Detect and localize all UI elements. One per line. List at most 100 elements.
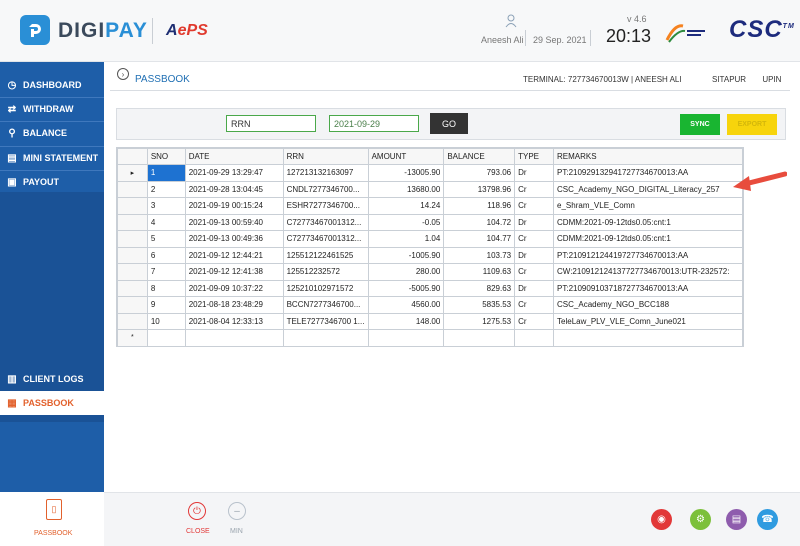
table-row[interactable]: ▸ 1 2021-09-29 13:29:47 127213132163097 -130… bbox=[117, 164, 743, 182]
cell-remarks[interactable]: CSC_Academy_NGO_DIGITAL_Literacy_257 bbox=[553, 180, 743, 198]
cell-amount[interactable]: 4560.00 bbox=[367, 296, 445, 314]
cell-amount[interactable]: 1.04 bbox=[367, 230, 445, 248]
column-header-rrn[interactable]: RRN bbox=[282, 148, 369, 165]
cell-balance[interactable]: 1275.53 bbox=[443, 312, 516, 330]
cell-sno[interactable]: 7 bbox=[146, 263, 186, 281]
table-row[interactable]: 3 2021-09-19 00:15:24 ESHR7277346700... 14.… bbox=[117, 197, 743, 215]
row-header[interactable] bbox=[117, 279, 148, 297]
cell-type[interactable]: Cr bbox=[514, 263, 555, 281]
cell-rrn[interactable]: C72773467001312... bbox=[282, 213, 369, 231]
cell-balance[interactable]: 5835.53 bbox=[443, 296, 516, 314]
cell-date[interactable]: 2021-09-12 12:44:21 bbox=[184, 246, 284, 264]
table-new-row[interactable]: * bbox=[117, 329, 743, 347]
cell-type[interactable]: Cr bbox=[514, 180, 555, 198]
settings-icon[interactable]: ⚙ bbox=[690, 509, 711, 530]
cell-empty[interactable] bbox=[553, 329, 743, 347]
column-header-balance[interactable]: BALANCE bbox=[443, 148, 516, 165]
cell-amount[interactable]: -13005.90 bbox=[367, 164, 445, 182]
cell-sno[interactable]: 9 bbox=[146, 296, 186, 314]
cell-remarks[interactable]: PT:210929132941727734670013:AA bbox=[553, 164, 743, 182]
sidebar-item-mini-statement[interactable]: ▤ MINI STATEMENT bbox=[0, 146, 104, 170]
row-header[interactable] bbox=[117, 197, 148, 215]
cell-remarks[interactable]: CW:210912124137727734670013:UTR-232572: bbox=[553, 263, 743, 281]
cell-balance[interactable]: 104.77 bbox=[443, 230, 516, 248]
cell-empty[interactable] bbox=[184, 329, 284, 347]
eye-icon[interactable]: ◉ bbox=[651, 509, 672, 530]
cell-remarks[interactable]: CDMM:2021-09-12tds0.05:cnt:1 bbox=[553, 213, 743, 231]
cell-date[interactable]: 2021-09-12 12:41:38 bbox=[184, 263, 284, 281]
cell-balance[interactable]: 118.96 bbox=[443, 197, 516, 215]
cell-amount[interactable]: 280.00 bbox=[367, 263, 445, 281]
cell-sno[interactable]: 8 bbox=[146, 279, 186, 297]
sidebar-item-balance[interactable]: ⚲ BALANCE bbox=[0, 121, 104, 145]
chevron-right-icon[interactable]: › bbox=[117, 68, 129, 80]
cell-balance[interactable]: 793.06 bbox=[443, 164, 516, 182]
column-header-date[interactable]: DATE bbox=[184, 148, 284, 165]
cell-type[interactable]: Dr bbox=[514, 246, 555, 264]
table-row[interactable]: 2 2021-09-28 13:04:45 CNDL7277346700... 136… bbox=[117, 180, 743, 198]
date-input[interactable] bbox=[329, 115, 419, 132]
cell-rrn[interactable]: 125512232572 bbox=[282, 263, 369, 281]
cell-amount[interactable]: 14.24 bbox=[367, 197, 445, 215]
cell-amount[interactable]: 148.00 bbox=[367, 312, 445, 330]
cell-balance[interactable]: 13798.96 bbox=[443, 180, 516, 198]
table-row[interactable]: 9 2021-08-18 23:48:29 BCCN7277346700... 456… bbox=[117, 296, 743, 314]
cell-rrn[interactable]: CNDL7277346700... bbox=[282, 180, 369, 198]
column-header-type[interactable]: TYPE bbox=[514, 148, 555, 165]
table-row[interactable]: 7 2021-09-12 12:41:38 125512232572 280.00 11… bbox=[117, 263, 743, 281]
cell-rrn[interactable]: 125210102971572 bbox=[282, 279, 369, 297]
cell-amount[interactable]: -0.05 bbox=[367, 213, 445, 231]
cell-balance[interactable]: 829.63 bbox=[443, 279, 516, 297]
cell-rrn[interactable]: C72773467001312... bbox=[282, 230, 369, 248]
column-header-remarks[interactable]: REMARKS bbox=[553, 148, 743, 165]
cell-type[interactable]: Dr bbox=[514, 164, 555, 182]
cell-date[interactable]: 2021-09-13 00:49:36 bbox=[184, 230, 284, 248]
cell-sno[interactable]: 4 bbox=[146, 213, 186, 231]
passbook-table[interactable]: SNO DATE RRN AMOUNT BALANCE TYPE REMARKS… bbox=[116, 147, 744, 347]
cell-sno[interactable]: 3 bbox=[146, 197, 186, 215]
row-header[interactable] bbox=[117, 230, 148, 248]
column-header-sno[interactable]: SNO bbox=[146, 148, 186, 165]
cell-date[interactable]: 2021-08-04 12:33:13 bbox=[184, 312, 284, 330]
cell-remarks[interactable]: CSC_Academy_NGO_BCC188 bbox=[553, 296, 743, 314]
cell-date[interactable]: 2021-09-28 13:04:45 bbox=[184, 180, 284, 198]
sidebar-item-dashboard[interactable]: ◷ DASHBOARD bbox=[0, 73, 104, 97]
cell-date[interactable]: 2021-09-29 13:29:47 bbox=[184, 164, 284, 182]
row-header[interactable] bbox=[117, 246, 148, 264]
power-icon[interactable]: ⏻ bbox=[188, 502, 206, 520]
cell-sno[interactable]: 1 bbox=[146, 164, 186, 182]
cell-amount[interactable]: 13680.00 bbox=[367, 180, 445, 198]
sidebar-item-passbook[interactable]: ▦ PASSBOOK bbox=[0, 391, 104, 415]
row-header[interactable] bbox=[117, 213, 148, 231]
cell-remarks[interactable]: TeleLaw_PLV_VLE_Comn_June021 bbox=[553, 312, 743, 330]
table-row[interactable]: 5 2021-09-13 00:49:36 C72773467001312... 1.… bbox=[117, 230, 743, 248]
cell-balance[interactable]: 104.72 bbox=[443, 213, 516, 231]
cell-empty[interactable] bbox=[146, 329, 186, 347]
minimize-icon[interactable]: – bbox=[228, 502, 246, 520]
cell-rrn[interactable]: TELE7277346700 1... bbox=[282, 312, 369, 330]
cell-rrn[interactable]: 127213132163097 bbox=[282, 164, 369, 182]
cell-sno[interactable]: 6 bbox=[146, 246, 186, 264]
cell-amount[interactable]: -1005.90 bbox=[367, 246, 445, 264]
row-header[interactable] bbox=[117, 296, 148, 314]
cell-empty[interactable] bbox=[282, 329, 369, 347]
cell-empty[interactable] bbox=[367, 329, 445, 347]
cell-empty[interactable] bbox=[443, 329, 516, 347]
cell-date[interactable]: 2021-09-13 00:59:40 bbox=[184, 213, 284, 231]
passbook-icon[interactable]: ▯ bbox=[46, 499, 62, 520]
row-header[interactable] bbox=[117, 263, 148, 281]
cell-rrn[interactable]: 125512122461525 bbox=[282, 246, 369, 264]
sidebar-item-payout[interactable]: ▣ PAYOUT bbox=[0, 170, 104, 194]
cell-sno[interactable]: 5 bbox=[146, 230, 186, 248]
sidebar-item-client-logs[interactable]: ▥ CLIENT LOGS bbox=[0, 367, 104, 391]
cell-sno[interactable]: 10 bbox=[146, 312, 186, 330]
table-row[interactable]: 8 2021-09-09 10:37:22 125210102971572 -5005… bbox=[117, 279, 743, 297]
cell-type[interactable]: Cr bbox=[514, 296, 555, 314]
cell-date[interactable]: 2021-09-19 00:15:24 bbox=[184, 197, 284, 215]
row-header[interactable] bbox=[117, 180, 148, 198]
cell-remarks[interactable]: PT:210912124419727734670013:AA bbox=[553, 246, 743, 264]
cell-date[interactable]: 2021-09-09 10:37:22 bbox=[184, 279, 284, 297]
table-row[interactable]: 4 2021-09-13 00:59:40 C72773467001312... -0… bbox=[117, 213, 743, 231]
support-icon[interactable]: ☎ bbox=[757, 509, 778, 530]
go-button[interactable]: GO bbox=[430, 113, 468, 134]
